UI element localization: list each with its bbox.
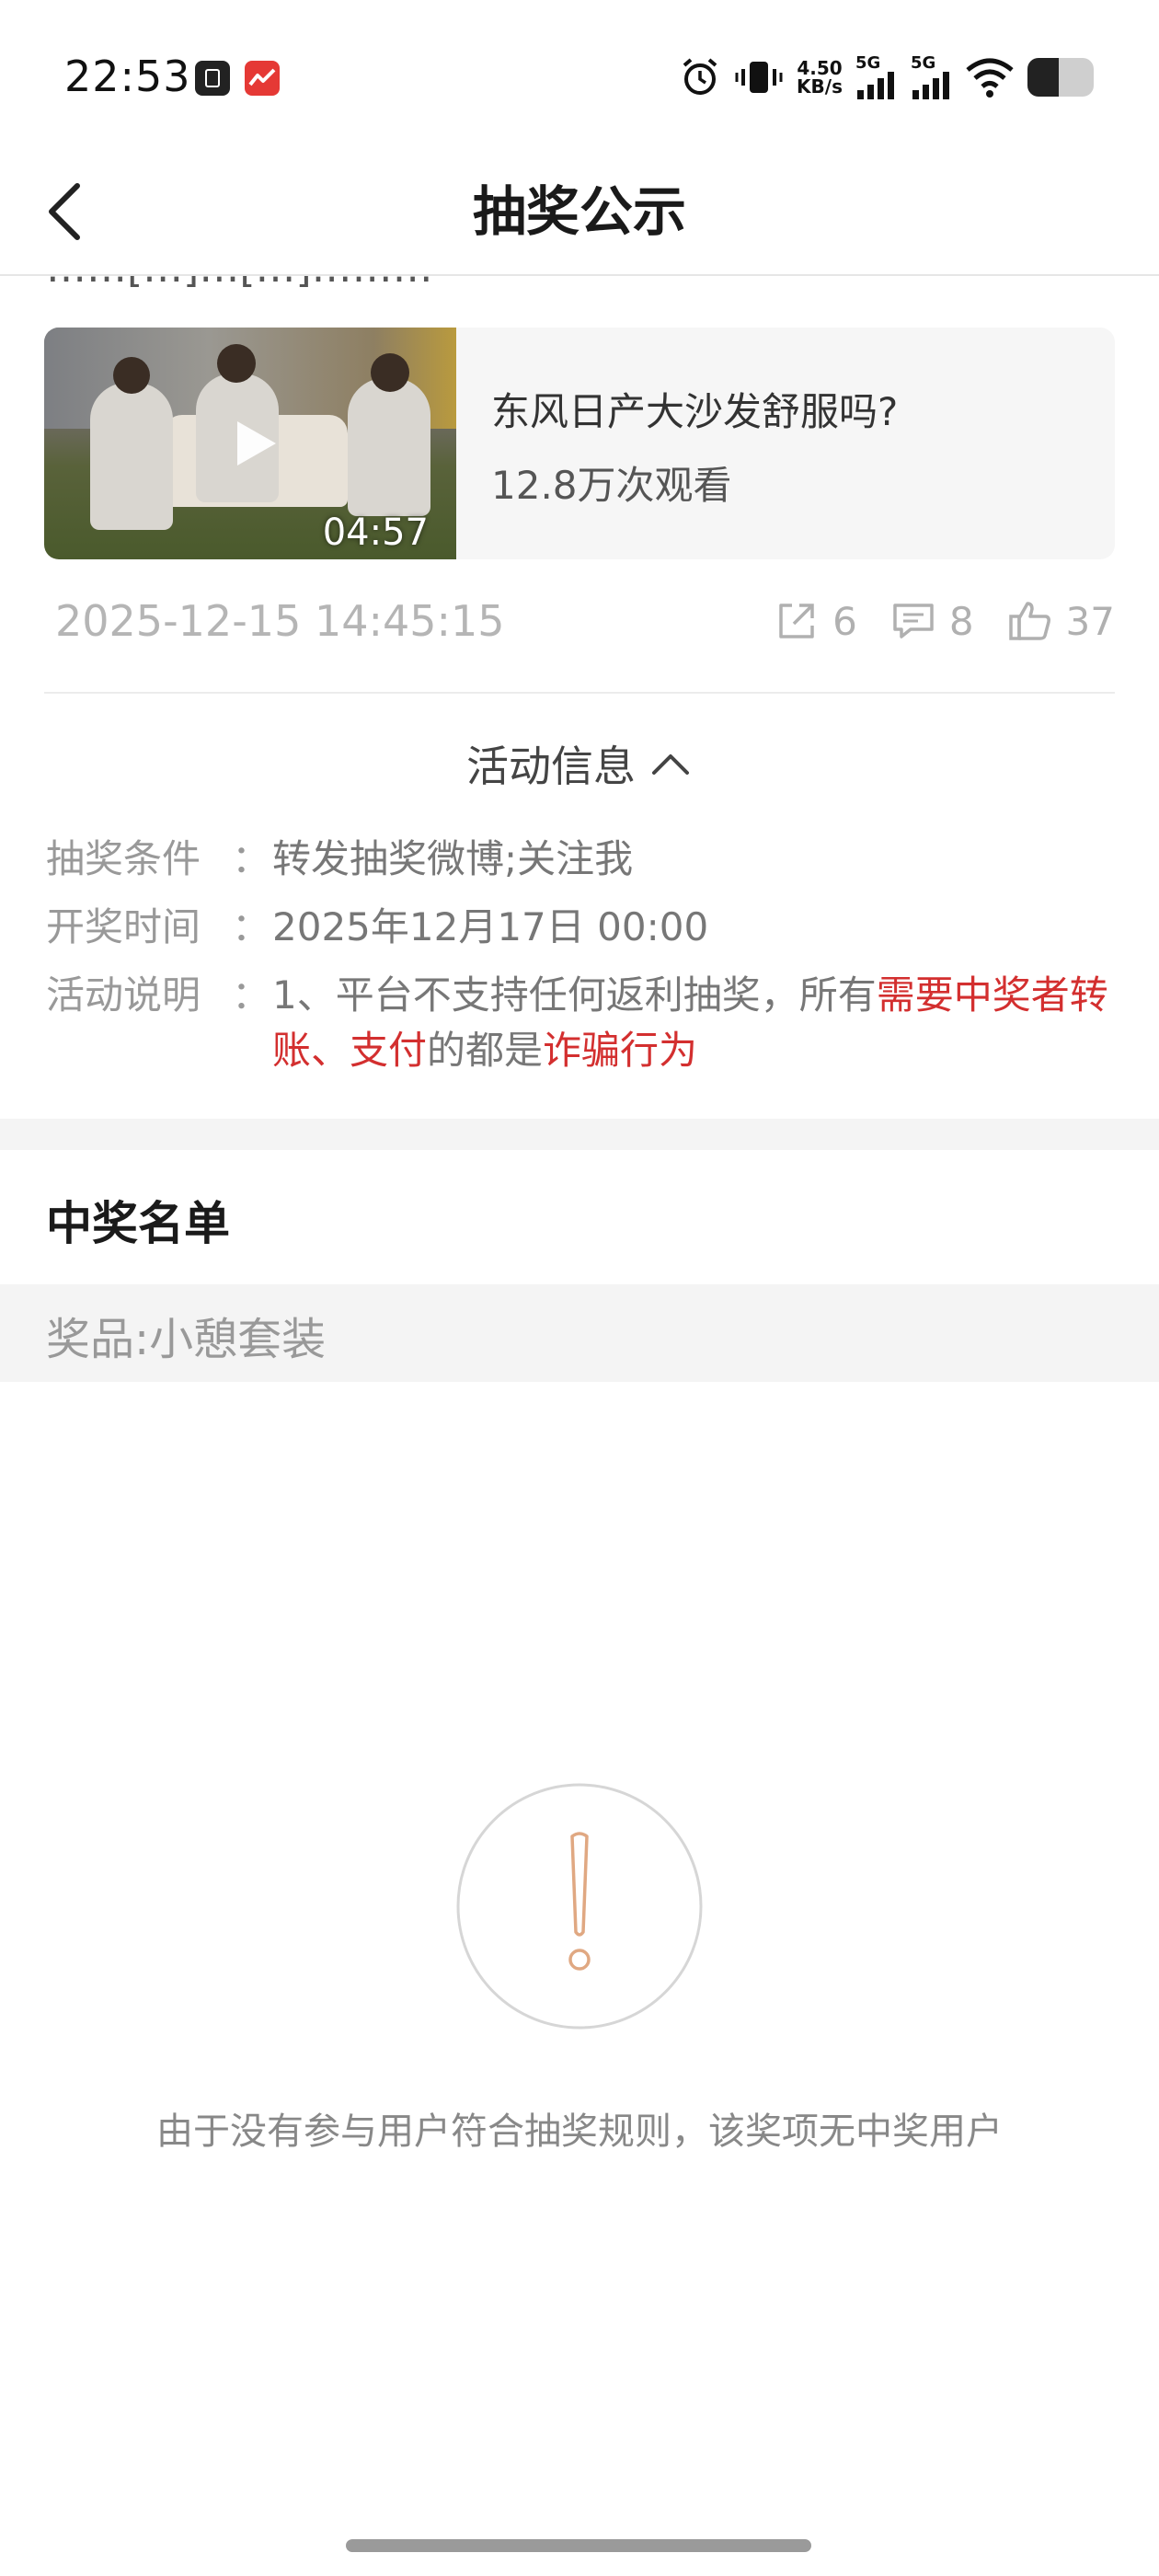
video-thumbnail[interactable]: 04:57 (44, 328, 456, 559)
cellular-signal-2: 5G (911, 55, 953, 99)
alarm-icon (683, 58, 717, 95)
thumbnail-person (348, 378, 430, 516)
activity-info-toggle[interactable]: 活动信息 (0, 727, 1159, 800)
post-timestamp: 2025-12-15 14:45:15 (55, 596, 505, 646)
prize-bar: 奖品:小憩套装 (0, 1284, 1159, 1382)
play-icon[interactable] (228, 418, 280, 469)
signal-icon (912, 72, 949, 99)
signal-icon (857, 72, 894, 99)
home-indicator[interactable] (346, 2539, 811, 2552)
video-title[interactable]: 东风日产大沙发舒服吗? (491, 381, 898, 437)
divider (44, 692, 1115, 694)
status-time: 22:53 (64, 52, 191, 101)
vibrate-icon (735, 62, 783, 93)
status-bar: 22:53 4.50 KB/s 5G 5G (0, 0, 1159, 147)
info-row-description: 活动说明 ： 1、平台不支持任何返利抽奖，所有需要中奖者转账、支付的都是诈骗行为 (46, 968, 1115, 1078)
info-value-description: 1、平台不支持任何返利抽奖，所有需要中奖者转账、支付的都是诈骗行为 (272, 968, 1115, 1078)
description-text: 的都是 (427, 1028, 544, 1073)
status-icons: 4.50 KB/s 5G 5G (679, 53, 1095, 101)
thumbnail-head (371, 353, 409, 392)
video-duration: 04:57 (322, 512, 429, 554)
video-card[interactable]: 04:57 东风日产大沙发舒服吗? 12.8万次观看 (44, 328, 1115, 559)
info-colon: ： (231, 904, 270, 949)
fraud-warning-text: 诈骗行为 (543, 1028, 698, 1073)
info-label: 活动说明 (46, 972, 201, 1018)
exclamation-circle-icon (456, 1783, 703, 2030)
info-colon: ： (231, 836, 270, 881)
winner-list-heading: 中奖名单 (46, 1197, 230, 1250)
wifi-icon (966, 58, 1014, 98)
nav-header: 抽奖公示 (0, 147, 1159, 276)
like-count: 37 (1065, 598, 1115, 644)
activity-info-label: 活动信息 (466, 742, 636, 791)
info-row-draw-time: 开奖时间 ： 2025年12月17日 00:00 (46, 900, 1115, 955)
info-value: 转发抽奖微博;关注我 (272, 836, 634, 881)
clipped-post-text: ……[…]…[…]……… (46, 276, 1113, 287)
thumbnail-head (217, 344, 256, 383)
thumbnail-head (113, 357, 150, 394)
share-stat[interactable]: 6 (774, 598, 857, 644)
info-label: 开奖时间 (46, 904, 201, 949)
video-views: 12.8万次观看 (491, 463, 732, 508)
share-count: 6 (832, 598, 857, 644)
comment-count: 8 (948, 598, 974, 644)
thumbs-up-icon (1008, 602, 1050, 640)
activity-info-table: 抽奖条件 ： 转发抽奖微博;关注我 开奖时间 ： 2025年12月17日 00:… (46, 832, 1115, 1091)
empty-state-message: 由于没有参与用户符合抽奖规则，该奖项无中奖用户 (156, 2110, 1003, 2153)
info-row-condition: 抽奖条件 ： 转发抽奖微博;关注我 (46, 832, 1115, 887)
chevron-up-icon (652, 754, 689, 775)
prize-label: 奖品:小憩套装 (46, 1314, 327, 1365)
like-stat[interactable]: 37 (1007, 598, 1115, 644)
comment-icon (893, 604, 934, 638)
description-text: 1、平台不支持任何返利抽奖，所有 (272, 972, 877, 1018)
info-label: 抽奖条件 (46, 836, 201, 881)
stock-app-icon (245, 61, 280, 96)
share-icon (779, 604, 814, 638)
info-colon: ： (231, 972, 270, 1018)
section-separator (0, 1119, 1159, 1150)
network-speed: 4.50 KB/s (797, 57, 843, 98)
cellular-signal-1: 5G (855, 55, 898, 99)
info-value: 2025年12月17日 00:00 (272, 904, 709, 949)
page-title: 抽奖公示 (472, 180, 686, 243)
comment-stat[interactable]: 8 (890, 598, 974, 644)
post-meta: 2025-12-15 14:45:15 6 8 37 (55, 589, 1115, 659)
post-stats: 6 8 37 (740, 598, 1115, 644)
app-notification-icon (195, 61, 230, 96)
thumbnail-person (90, 383, 173, 530)
battery-icon (1027, 58, 1094, 97)
